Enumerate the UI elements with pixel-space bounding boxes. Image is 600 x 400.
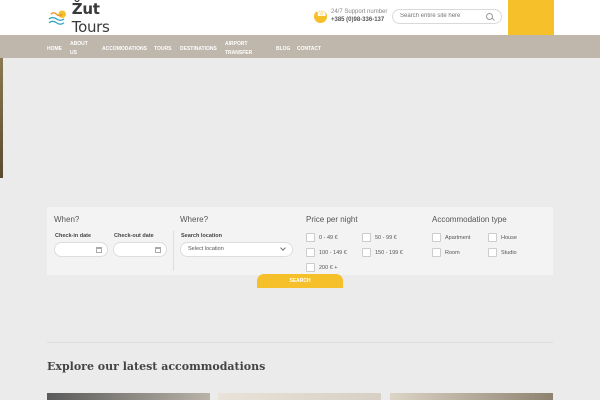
price-label-0-49: 0 - 49 € (319, 235, 338, 241)
type-label-room: Room (445, 250, 460, 256)
when-title: When? (54, 215, 80, 224)
site-search[interactable] (392, 9, 502, 24)
accommodation-card[interactable] (47, 393, 210, 400)
hero-edge-decoration (0, 58, 3, 178)
nav-contact[interactable]: CONTACT (297, 46, 321, 52)
nav-home[interactable]: HOME (47, 46, 62, 52)
calendar-icon[interactable] (155, 247, 161, 253)
site-logo[interactable]: Žut Tours (48, 0, 138, 36)
calendar-icon[interactable] (96, 247, 102, 253)
price-checkbox-0-49[interactable] (306, 233, 315, 242)
price-checkbox-50-99[interactable] (362, 233, 371, 242)
price-label-50-99: 50 - 99 € (375, 235, 397, 241)
type-label-house: House (501, 235, 517, 241)
nav-airport-transfer[interactable]: AIRPORT TRANSFER (225, 40, 255, 58)
checkin-input[interactable] (54, 242, 108, 257)
search-button[interactable]: SEARCH (257, 274, 343, 288)
nav-tours[interactable]: TOURS (154, 46, 171, 52)
price-checkbox-150-199[interactable] (362, 248, 371, 257)
phone-icon (314, 9, 327, 23)
nav-blog[interactable]: BLOG (276, 46, 290, 52)
location-select-value: Select location (188, 246, 224, 252)
search-icon[interactable] (486, 13, 493, 20)
price-checkbox-100-149[interactable] (306, 248, 315, 257)
section-title: Explore our latest accommodations (47, 360, 266, 373)
brand-name: Žut Tours (71, 0, 110, 36)
type-label-studio: Studio (501, 250, 517, 256)
accommodation-card[interactable] (218, 393, 381, 400)
nav-about-us[interactable]: ABOUT US (70, 40, 90, 58)
type-label-apartment: Apartment (445, 235, 471, 241)
price-label-200-plus: 200 € + (319, 265, 338, 271)
accommodation-card[interactable] (390, 393, 553, 400)
type-checkbox-apartment[interactable] (432, 233, 441, 242)
checkout-label: Check-out date (114, 233, 154, 239)
type-checkbox-room[interactable] (432, 248, 441, 257)
main-nav: HOME ABOUT US ACCOMODATIONS TOURS DESTIN… (0, 35, 600, 58)
price-label-100-149: 100 - 149 € (319, 250, 347, 256)
logo-mark-icon (48, 10, 66, 25)
nav-accomodations[interactable]: ACCOMODATIONS (102, 46, 147, 52)
price-label-150-199: 150 - 199 € (375, 250, 403, 256)
latest-section (0, 291, 600, 400)
support-label: 24/7 Support number (331, 9, 388, 15)
checkin-label: Check-in date (55, 233, 92, 239)
where-title: Where? (180, 215, 209, 224)
panel-divider (173, 231, 174, 271)
price-checkbox-200-plus[interactable] (306, 263, 315, 272)
site-search-input[interactable] (400, 13, 480, 19)
location-label: Search location (181, 233, 222, 239)
nav-destinations[interactable]: DESTINATIONS (180, 46, 217, 52)
price-title: Price per night (306, 215, 358, 224)
type-checkbox-house[interactable] (488, 233, 497, 242)
type-checkbox-studio[interactable] (488, 248, 497, 257)
chevron-down-icon (280, 245, 286, 251)
type-title: Accommodation type (432, 215, 507, 224)
checkout-input[interactable] (113, 242, 167, 257)
section-divider (47, 342, 553, 343)
location-select[interactable]: Select location (180, 242, 293, 257)
support-number[interactable]: +385 (0)98-336-137 (331, 17, 384, 23)
